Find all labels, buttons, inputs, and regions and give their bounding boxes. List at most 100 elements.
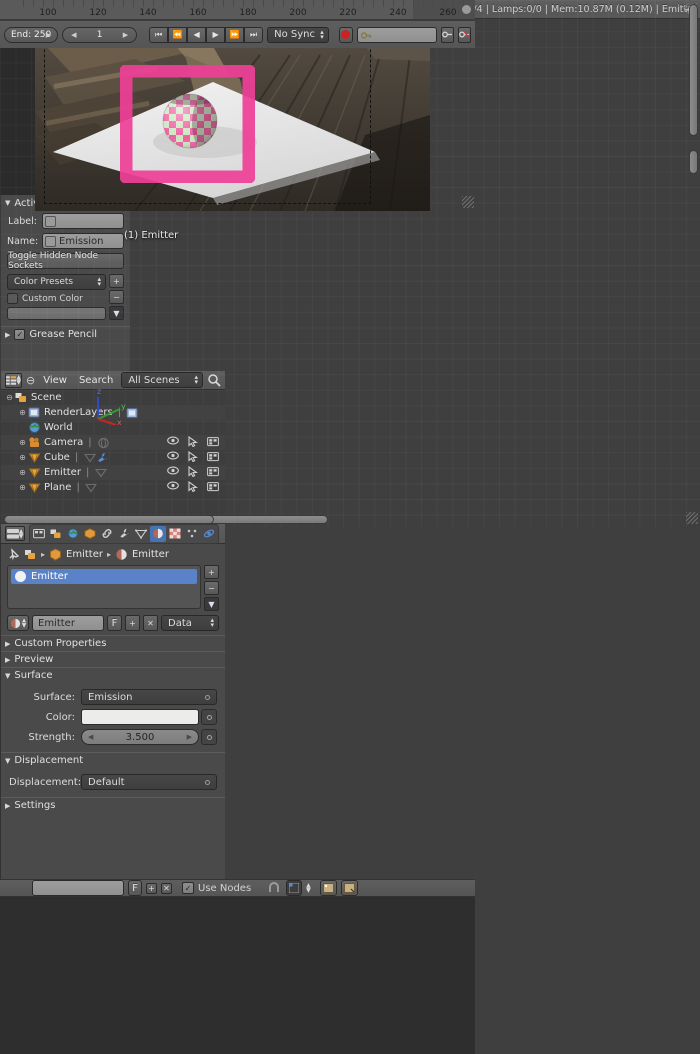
properties-tab-particles[interactable] xyxy=(184,526,200,542)
chevron-right-icon[interactable]: ▶ xyxy=(187,733,192,741)
new-material-button[interactable]: + xyxy=(125,615,140,631)
unlink-nodetree-button[interactable]: ✕ xyxy=(161,883,172,894)
expand-triangle-icon[interactable]: ▶ xyxy=(5,656,10,664)
color-presets-dropdown[interactable]: Color Presets ▴▾ xyxy=(7,274,106,290)
eye-icon[interactable] xyxy=(167,481,179,495)
collapse-triangle-icon[interactable]: ▼ xyxy=(5,672,10,680)
outliner-expand-toggle[interactable]: ⊕ xyxy=(17,453,28,462)
link-mode-dropdown[interactable]: Data ▴▾ xyxy=(161,615,219,631)
use-nodes-label: Use Nodes xyxy=(198,883,251,894)
fake-user-button[interactable]: F xyxy=(128,880,142,896)
material-slot-list[interactable]: Emitter xyxy=(7,565,201,609)
camera-render-icon[interactable] xyxy=(207,466,219,480)
outliner-row-plane[interactable]: ⊕Plane| xyxy=(1,480,225,495)
node-tree-name-input[interactable] xyxy=(32,880,124,896)
browse-material-button[interactable]: ▲▼ xyxy=(7,615,29,631)
properties-tab-world[interactable] xyxy=(65,526,81,542)
outliner-row-label[interactable]: Scene xyxy=(31,392,62,403)
camera-render-icon[interactable] xyxy=(207,436,219,450)
magnet-icon[interactable] xyxy=(267,881,282,895)
pin-icon[interactable] xyxy=(7,548,20,561)
expand-triangle-icon[interactable]: ▶ xyxy=(5,802,10,810)
link-socket-icon[interactable] xyxy=(205,695,210,700)
section-surface[interactable]: ▼ Surface xyxy=(1,667,225,683)
surface-shader-dropdown[interactable]: Emission xyxy=(81,689,217,705)
color-link-socket-button[interactable] xyxy=(201,709,217,725)
outliner-expand-toggle[interactable]: ⊕ xyxy=(17,438,28,447)
area-corner-widget[interactable] xyxy=(686,512,698,524)
properties-tab-material[interactable] xyxy=(150,526,166,542)
outliner-row-label[interactable]: Plane xyxy=(44,482,71,493)
node-label-input[interactable] xyxy=(42,213,124,229)
surface-color-swatch[interactable] xyxy=(81,709,199,725)
outliner-row-cube[interactable]: ⊕Cube| xyxy=(1,450,225,465)
node-name-input[interactable]: Emission xyxy=(42,233,124,249)
properties-tab-data[interactable] xyxy=(133,526,149,542)
camera-data-icon[interactable] xyxy=(97,436,110,449)
eye-icon[interactable] xyxy=(167,451,179,465)
add-slot-button[interactable]: + xyxy=(204,565,219,579)
cursor-icon[interactable] xyxy=(188,466,198,480)
properties-tab-texture[interactable] xyxy=(167,526,183,542)
fake-user-button[interactable]: F xyxy=(107,615,122,631)
outliner-row-label[interactable]: Cube xyxy=(44,452,70,463)
material-name-input[interactable]: Emitter xyxy=(32,615,104,631)
mesh-data-icon[interactable] xyxy=(85,481,98,494)
section-custom-properties[interactable]: ▶ Custom Properties xyxy=(1,635,225,651)
image-editor-canvas[interactable]: z y x (1) Emitter ✛ xyxy=(0,897,475,1054)
section-settings[interactable]: ▶ Settings xyxy=(1,797,225,813)
outliner-expand-toggle[interactable]: ⊕ xyxy=(17,483,28,492)
outliner-row-label[interactable]: Camera xyxy=(44,437,83,448)
backdrop-refresh-icon[interactable] xyxy=(341,880,358,896)
cursor-icon[interactable] xyxy=(188,481,198,495)
new-nodetree-button[interactable]: + xyxy=(146,883,157,894)
outliner-expand-toggle[interactable]: ⊕ xyxy=(17,408,28,417)
properties-tab-physics[interactable] xyxy=(201,526,217,542)
cursor-icon[interactable] xyxy=(188,451,198,465)
properties-editor-type-icon[interactable]: ▲▼ xyxy=(5,526,25,541)
camera-render-icon[interactable] xyxy=(207,481,219,495)
eye-icon[interactable] xyxy=(167,436,179,450)
chevron-left-icon[interactable]: ◀ xyxy=(88,733,93,741)
cursor-icon[interactable] xyxy=(188,436,198,450)
area-corner-widget[interactable] xyxy=(462,196,474,208)
section-displacement[interactable]: ▼ Displacement xyxy=(1,752,225,768)
chevron-updown-icon[interactable]: ▲▼ xyxy=(306,883,311,893)
unlink-material-button[interactable]: ✕ xyxy=(143,615,158,631)
eye-icon[interactable] xyxy=(167,466,179,480)
properties-tab-render[interactable] xyxy=(31,526,47,542)
remove-slot-button[interactable]: − xyxy=(204,581,219,595)
outliner-expand-toggle[interactable]: ⊖ xyxy=(4,393,15,402)
mesh-data-icon[interactable] xyxy=(83,451,96,464)
properties-editor[interactable]: ▲▼ ▸ Emitter ▸ Emitter Emitter + − xyxy=(0,523,225,879)
properties-tab-modifier[interactable] xyxy=(116,526,132,542)
outliner-expand-toggle[interactable]: ⊕ xyxy=(17,468,28,477)
outliner-row-label[interactable]: Emitter xyxy=(44,467,81,478)
use-nodes-checkbox[interactable]: ✓ xyxy=(182,882,194,894)
slot-menu-button[interactable]: ▼ xyxy=(204,597,219,611)
outliner-row-emitter[interactable]: ⊕Emitter| xyxy=(1,465,225,480)
properties-tab-constraint[interactable] xyxy=(99,526,115,542)
breadcrumb-object[interactable]: Emitter xyxy=(66,549,103,560)
outliner-row-camera[interactable]: ⊕Camera| xyxy=(1,435,225,450)
strength-link-socket-button[interactable] xyxy=(201,729,217,745)
backdrop-image-icon[interactable] xyxy=(320,880,337,896)
collapse-triangle-icon[interactable]: ▼ xyxy=(5,757,10,765)
camera-render-icon[interactable] xyxy=(207,451,219,465)
scene-icon[interactable] xyxy=(24,548,37,561)
expand-triangle-icon[interactable]: ▶ xyxy=(5,640,10,648)
material-slot-item[interactable]: Emitter xyxy=(11,569,197,584)
properties-tab-scene[interactable] xyxy=(48,526,64,542)
properties-tab-object[interactable] xyxy=(82,526,98,542)
mesh-data-icon[interactable] xyxy=(94,466,107,479)
scene-filter-dropdown[interactable]: All Scenes ▴▾ xyxy=(121,372,203,388)
snap-element-icon[interactable] xyxy=(286,880,302,896)
outliner-row-label[interactable]: World xyxy=(44,422,73,433)
strength-slider[interactable]: ◀ 3.500 ▶ xyxy=(81,729,199,745)
link-socket-icon[interactable] xyxy=(205,780,210,785)
modifier-wrench-icon[interactable] xyxy=(96,451,109,464)
section-preview[interactable]: ▶ Preview xyxy=(1,651,225,667)
breadcrumb-material[interactable]: Emitter xyxy=(132,549,169,560)
displacement-dropdown[interactable]: Default xyxy=(81,774,217,790)
outliner-hscrollbar[interactable] xyxy=(4,515,214,523)
